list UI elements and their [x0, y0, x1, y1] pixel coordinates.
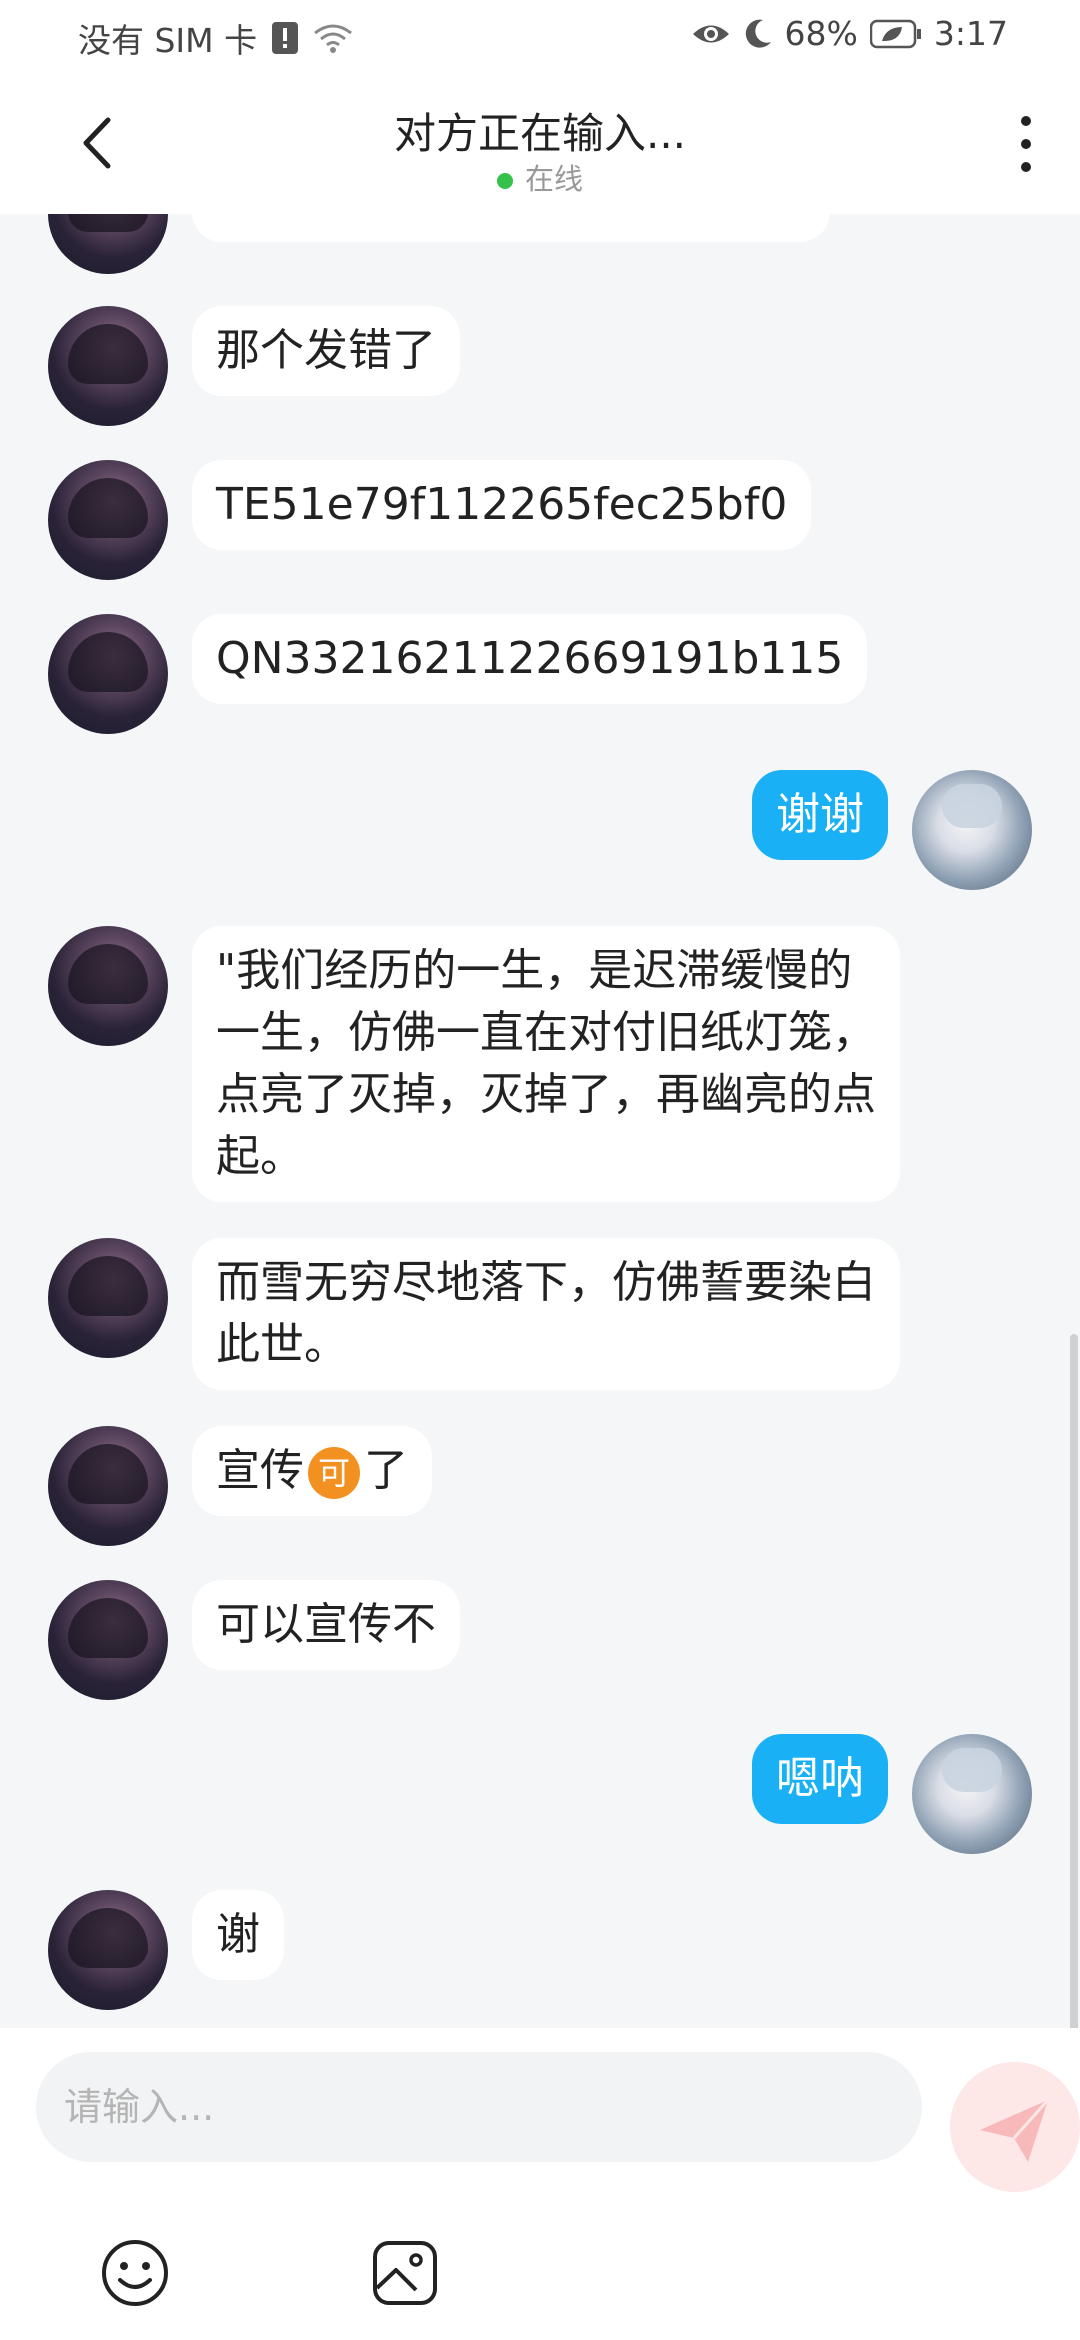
moon-icon: [745, 19, 771, 48]
my-avatar[interactable]: [912, 1734, 1032, 1854]
chat-header: 对方正在输入... 在线: [0, 72, 1080, 214]
composer: 请输入...: [0, 2028, 1080, 2340]
contact-avatar[interactable]: [48, 460, 168, 580]
emoji-smile-icon[interactable]: [100, 2238, 170, 2308]
online-dot: [496, 173, 513, 189]
message-bubble-outgoing[interactable]: 嗯呐: [752, 1734, 888, 1824]
message-bubble-outgoing[interactable]: 谢谢: [752, 770, 888, 860]
chat-title: 对方正在输入...: [393, 109, 687, 158]
contact-avatar[interactable]: [48, 214, 168, 274]
message-row-outgoing: 嗯呐: [752, 1734, 1032, 1854]
contact-avatar[interactable]: [48, 306, 168, 426]
more-options-button[interactable]: [1006, 116, 1046, 172]
contact-avatar[interactable]: [48, 614, 168, 734]
message-bubble[interactable]: 宣传可了: [192, 1426, 432, 1516]
message-bubble[interactable]: 可以宣传不: [192, 1580, 460, 1670]
message-bubble[interactable]: 谢: [192, 1890, 284, 1980]
message-list[interactable]: 那个发错了 TE51e79f112265fec25bf0 QN332162112…: [0, 214, 1080, 2028]
sim-alert-icon: [272, 22, 299, 54]
message-row: [48, 214, 830, 274]
wifi-icon: [314, 24, 353, 53]
message-bubble[interactable]: "我们经历的一生，是迟滞缓慢的一生，仿佛一直在对付旧纸灯笼，点亮了灭掉，灭掉了，…: [192, 926, 900, 1202]
my-avatar[interactable]: [912, 770, 1032, 890]
message-input[interactable]: 请输入...: [36, 2052, 922, 2162]
presence-label: 在线: [524, 162, 583, 196]
status-bar: 没有 SIM 卡 68% 3:17: [0, 0, 1080, 72]
message-row: "我们经历的一生，是迟滞缓慢的一生，仿佛一直在对付旧纸灯笼，点亮了灭掉，灭掉了，…: [48, 926, 900, 1202]
message-bubble-partial: [192, 214, 830, 242]
message-row-outgoing: 谢谢: [752, 770, 1032, 890]
message-text: 了: [364, 1445, 408, 1496]
clock-time: 3:17: [933, 14, 1008, 53]
message-row: TE51e79f112265fec25bf0: [48, 460, 812, 580]
message-row: 可以宣传不: [48, 1580, 460, 1700]
presence-status: 在线: [0, 156, 1080, 198]
carrier-text: 没有 SIM 卡: [78, 21, 258, 60]
message-row: 宣传可了: [48, 1426, 432, 1546]
message-bubble[interactable]: 而雪无穷尽地落下，仿佛誓要染白此世。: [192, 1238, 900, 1390]
contact-avatar[interactable]: [48, 1890, 168, 2010]
contact-avatar[interactable]: [48, 1426, 168, 1546]
message-row: 那个发错了: [48, 306, 460, 426]
eye-icon: [692, 25, 729, 42]
battery-icon: [869, 19, 921, 48]
message-bubble[interactable]: 那个发错了: [192, 306, 460, 396]
image-picker-icon[interactable]: [370, 2238, 440, 2308]
send-button[interactable]: [950, 2062, 1080, 2192]
contact-avatar[interactable]: [48, 1580, 168, 1700]
battery-percent: 68%: [784, 14, 858, 53]
send-plane-icon: [980, 2098, 1050, 2162]
message-row: QN3321621122669191b115: [48, 614, 868, 734]
message-row: 而雪无穷尽地落下，仿佛誓要染白此世。: [48, 1238, 900, 1390]
message-text: 宣传: [216, 1445, 304, 1496]
message-bubble[interactable]: QN3321621122669191b115: [192, 614, 868, 704]
contact-avatar[interactable]: [48, 926, 168, 1046]
message-bubble[interactable]: TE51e79f112265fec25bf0: [192, 460, 812, 550]
ke-emoji-icon: 可: [308, 1447, 360, 1499]
message-row: 谢: [48, 1890, 284, 2010]
scrollbar[interactable]: [1070, 1334, 1078, 2028]
contact-avatar[interactable]: [48, 1238, 168, 1358]
